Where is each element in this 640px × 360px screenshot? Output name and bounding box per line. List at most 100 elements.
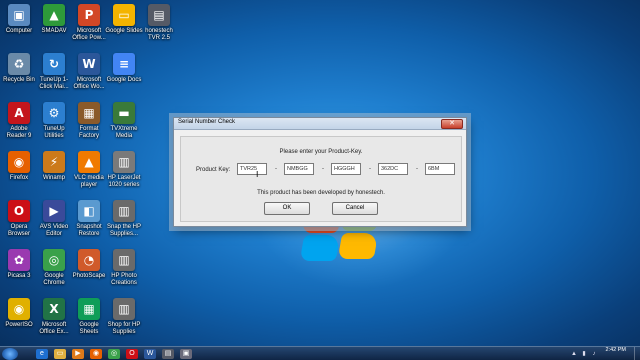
hp-photo-icon: ▥: [113, 249, 135, 271]
desktop-icon-label: VLC media player: [74, 175, 104, 188]
dialog-titlebar[interactable]: Serial Number Check ✕: [174, 118, 466, 130]
media-player-icon[interactable]: ▶: [72, 349, 84, 359]
tuneup-1click-icon: ↻: [43, 53, 65, 75]
desktop-icon-label: Microsoft Office Ex...: [39, 322, 69, 335]
key-separator: -: [416, 166, 418, 172]
desktop-icon-label: Microsoft Office Pow...: [72, 28, 106, 41]
honestech-icon[interactable]: ▤: [162, 349, 174, 359]
ok-button[interactable]: OK: [264, 202, 310, 215]
desktop-icon-label: Microsoft Office Wo...: [73, 77, 105, 90]
desktop-icon[interactable]: A Adobe Reader 9: [0, 100, 38, 148]
taskbar: e ▭ ▶ ◉ ◎ O W ▤ ▣ ▲ ▮ ♪ 2:42 PM: [0, 346, 640, 360]
key-separator: -: [275, 166, 277, 172]
desktop-icon[interactable]: ⚙ TuneUp Utilities: [35, 100, 73, 148]
desktop-icon-label: TVXtreme Media: [110, 126, 138, 139]
firefox-icon[interactable]: ◉: [90, 349, 102, 359]
desktop-icon[interactable]: ◎ Google Chrome: [35, 247, 73, 295]
google-sheets-icon: ▦: [78, 298, 100, 320]
desktop-icon[interactable]: ▲ VLC media player: [70, 149, 108, 197]
desktop-icon-label: Google Sheets: [79, 322, 99, 335]
google-docs-icon: ≡: [113, 53, 135, 75]
desktop-icon[interactable]: X Microsoft Office Ex...: [35, 296, 73, 344]
desktop-icon-label: SMADAV: [41, 28, 67, 34]
desktop-icon[interactable]: ◔ PhotoScape: [70, 247, 108, 295]
explorer-icon[interactable]: ▭: [54, 349, 66, 359]
chrome-icon[interactable]: ◎: [108, 349, 120, 359]
clock[interactable]: 2:42 PM: [606, 347, 626, 354]
desktop-icon-label: Snap the HP Supplies...: [106, 224, 142, 237]
product-key-field-1[interactable]: TVR25: [237, 163, 267, 175]
desktop-icon[interactable]: ▲ SMADAV: [35, 2, 73, 50]
desktop-icon-label: Google Chrome: [43, 273, 65, 286]
product-key-label: Product Key:: [196, 167, 231, 173]
chrome-icon: ◎: [43, 249, 65, 271]
desktop-icon-label: Format Factory: [78, 126, 99, 139]
network-icon[interactable]: ▮: [580, 350, 588, 358]
product-key-field-3[interactable]: HGGGH: [331, 163, 361, 175]
desktop-icon[interactable]: ▦ Google Sheets: [70, 296, 108, 344]
desktop-icon[interactable]: P Microsoft Office Pow...: [70, 2, 108, 50]
desktop-icon[interactable]: ▥ Snap the HP Supplies...: [105, 198, 143, 246]
tray-arrow-icon[interactable]: ▲: [570, 350, 578, 358]
desktop-icon[interactable]: ▬ TVXtreme Media: [105, 100, 143, 148]
desktop-icon[interactable]: ▦ Format Factory: [70, 100, 108, 148]
avs-video-icon: ▶: [43, 200, 65, 222]
desktop-icon[interactable]: ◉ Firefox: [0, 149, 38, 197]
opera-icon[interactable]: O: [126, 349, 138, 359]
desktop-icon[interactable]: ≡ Google Docs: [105, 51, 143, 99]
desktop-icon-label: Recycle Bin: [3, 77, 35, 83]
winamp-icon: ⚡: [43, 151, 65, 173]
desktop-icon[interactable]: ▥ HP Photo Creations: [105, 247, 143, 295]
poweriso-icon: ◉: [8, 298, 30, 320]
desktop-icon-label: honestech TVR 2.5: [145, 28, 173, 41]
desktop-icon-label: Opera Browser: [7, 224, 30, 237]
key-separator: -: [369, 166, 371, 172]
desktop-icon-label: Firefox: [9, 175, 29, 181]
format-factory-icon: ▦: [78, 102, 100, 124]
volume-icon[interactable]: ♪: [590, 350, 598, 358]
desktop-icon[interactable]: ♻ Recycle Bin: [0, 51, 38, 99]
show-desktop-button[interactable]: [634, 347, 640, 360]
desktop-icon[interactable]: ↻ TuneUp 1-Click Mai...: [35, 51, 73, 99]
desktop-icon-label: Adobe Reader 9: [6, 126, 32, 139]
desktop-icon[interactable]: ▤ honestech TVR 2.5: [140, 2, 178, 50]
desktop-icon-label: HP LaserJet 1020 series: [107, 175, 141, 188]
prompt-text: Please enter your Product-Key.: [279, 149, 363, 155]
powerpoint-icon: P: [78, 4, 100, 26]
close-button[interactable]: ✕: [441, 119, 463, 129]
desktop-icon[interactable]: ▭ Google Slides: [105, 2, 143, 50]
serial-number-dialog: Serial Number Check ✕ Please enter your …: [173, 117, 467, 227]
vlc-icon: ▲: [78, 151, 100, 173]
smadav-icon: ▲: [43, 4, 65, 26]
desktop-icon[interactable]: ◧ Snapshot Restore: [70, 198, 108, 246]
desktop-icon[interactable]: ◉ PowerISO: [0, 296, 38, 344]
desktop-icon[interactable]: ✿ Picasa 3: [0, 247, 38, 295]
clock-time: 2:42 PM: [605, 347, 626, 353]
adobe-reader-icon: A: [8, 102, 30, 124]
word-icon[interactable]: W: [144, 349, 156, 359]
desktop-icon-label: Snapshot Restore: [76, 224, 102, 237]
start-button[interactable]: [2, 348, 18, 360]
desktop-icon[interactable]: ⚡ Winamp: [35, 149, 73, 197]
developer-note: This product has been developed by hones…: [257, 190, 385, 196]
firefox-icon: ◉: [8, 151, 30, 173]
desktop-icon-label: PhotoScape: [72, 273, 106, 279]
desktop-icon-label: Google Docs: [106, 77, 142, 83]
excel-icon: X: [43, 298, 65, 320]
product-key-field-2[interactable]: NMBGG: [284, 163, 314, 175]
product-key-field-5[interactable]: 6BM: [425, 163, 455, 175]
desktop-icon-label: AVS Video Editor: [39, 224, 69, 237]
cancel-button[interactable]: Cancel: [332, 202, 378, 215]
desktop-icon[interactable]: ▥ Shop for HP Supplies: [105, 296, 143, 344]
desktop-icon-label: Google Slides: [105, 28, 143, 34]
desktop-icon[interactable]: ▣ Computer: [0, 2, 38, 50]
product-key-field-4[interactable]: 362DC: [378, 163, 408, 175]
ie-icon[interactable]: e: [36, 349, 48, 359]
desktop-icon[interactable]: O Opera Browser: [0, 198, 38, 246]
snapshot-icon: ◧: [78, 200, 100, 222]
desktop-icon[interactable]: ▥ HP LaserJet 1020 series: [105, 149, 143, 197]
desktop-icon[interactable]: ▶ AVS Video Editor: [35, 198, 73, 246]
app-icon[interactable]: ▣: [180, 349, 192, 359]
desktop-icon[interactable]: W Microsoft Office Wo...: [70, 51, 108, 99]
desktop-icon-label: Computer: [5, 28, 33, 34]
